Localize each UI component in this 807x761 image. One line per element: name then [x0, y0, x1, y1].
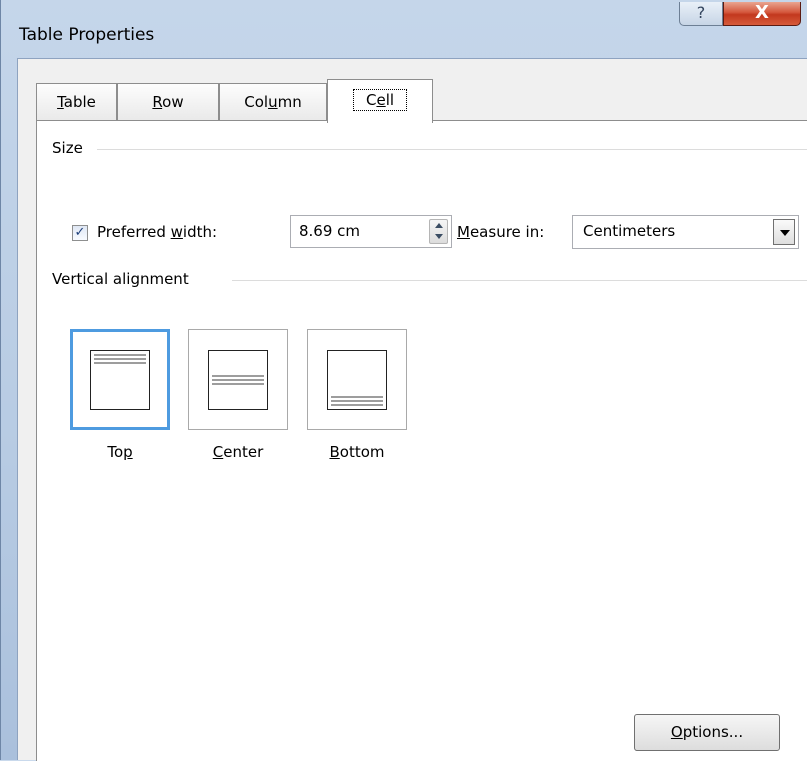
tab-column[interactable]: Column [219, 83, 327, 121]
measure-in-dropdown[interactable]: Centimeters [572, 215, 799, 249]
align-center-icon [208, 349, 268, 410]
align-top-label: Top [107, 443, 133, 461]
cell-tab-panel: Size ✓ Preferred width: 8.69 cm Measure … [36, 120, 807, 761]
align-top-icon [90, 349, 150, 410]
size-group-label: Size [52, 139, 91, 157]
tab-table[interactable]: Table [36, 83, 117, 121]
size-group-divider [97, 149, 807, 150]
dialog-title: Table Properties [19, 25, 155, 45]
preferred-width-checkbox[interactable]: ✓ [72, 225, 88, 241]
help-icon: ? [696, 3, 706, 22]
chevron-down-icon[interactable] [773, 219, 795, 245]
align-bottom-button[interactable] [307, 329, 407, 430]
spin-up-icon[interactable] [435, 223, 443, 228]
align-bottom-label: Bottom [329, 443, 385, 461]
tab-row[interactable]: Row [117, 83, 219, 121]
spin-down-icon[interactable] [435, 234, 443, 239]
align-top-button[interactable] [70, 329, 170, 430]
title-bar: Table Properties ? X [1, 0, 807, 58]
measure-in-label: Measure in: [457, 223, 545, 241]
align-center-button[interactable] [188, 329, 288, 430]
tab-cell-label: Cell [352, 89, 408, 111]
preferred-width-value: 8.69 cm [299, 222, 361, 240]
close-button[interactable]: X [723, 2, 801, 26]
tab-column-label: Column [244, 93, 302, 111]
tab-row-label: Row [152, 93, 184, 111]
tab-cell[interactable]: Cell [327, 79, 433, 123]
options-button[interactable]: Options... [634, 714, 780, 751]
spinner-arrows[interactable] [429, 219, 448, 244]
preferred-width-label: Preferred width: [97, 223, 218, 241]
align-center-label: Center [212, 443, 264, 461]
checkmark-icon: ✓ [74, 225, 86, 240]
vertical-alignment-divider [232, 280, 807, 281]
options-button-label: Options... [670, 723, 744, 741]
close-icon: X [755, 2, 769, 23]
measure-in-value: Centimeters [583, 222, 676, 240]
table-properties-dialog: Table Properties ? X Table Row Column Ce… [0, 0, 807, 761]
dialog-client-area: Table Row Column Cell Size ✓ Preferred w… [17, 58, 807, 761]
tab-table-label: Table [57, 93, 96, 111]
vertical-alignment-label: Vertical alignment [52, 270, 197, 288]
help-button[interactable]: ? [679, 2, 723, 26]
align-bottom-icon [327, 349, 387, 410]
preferred-width-spinner[interactable]: 8.69 cm [290, 215, 452, 248]
